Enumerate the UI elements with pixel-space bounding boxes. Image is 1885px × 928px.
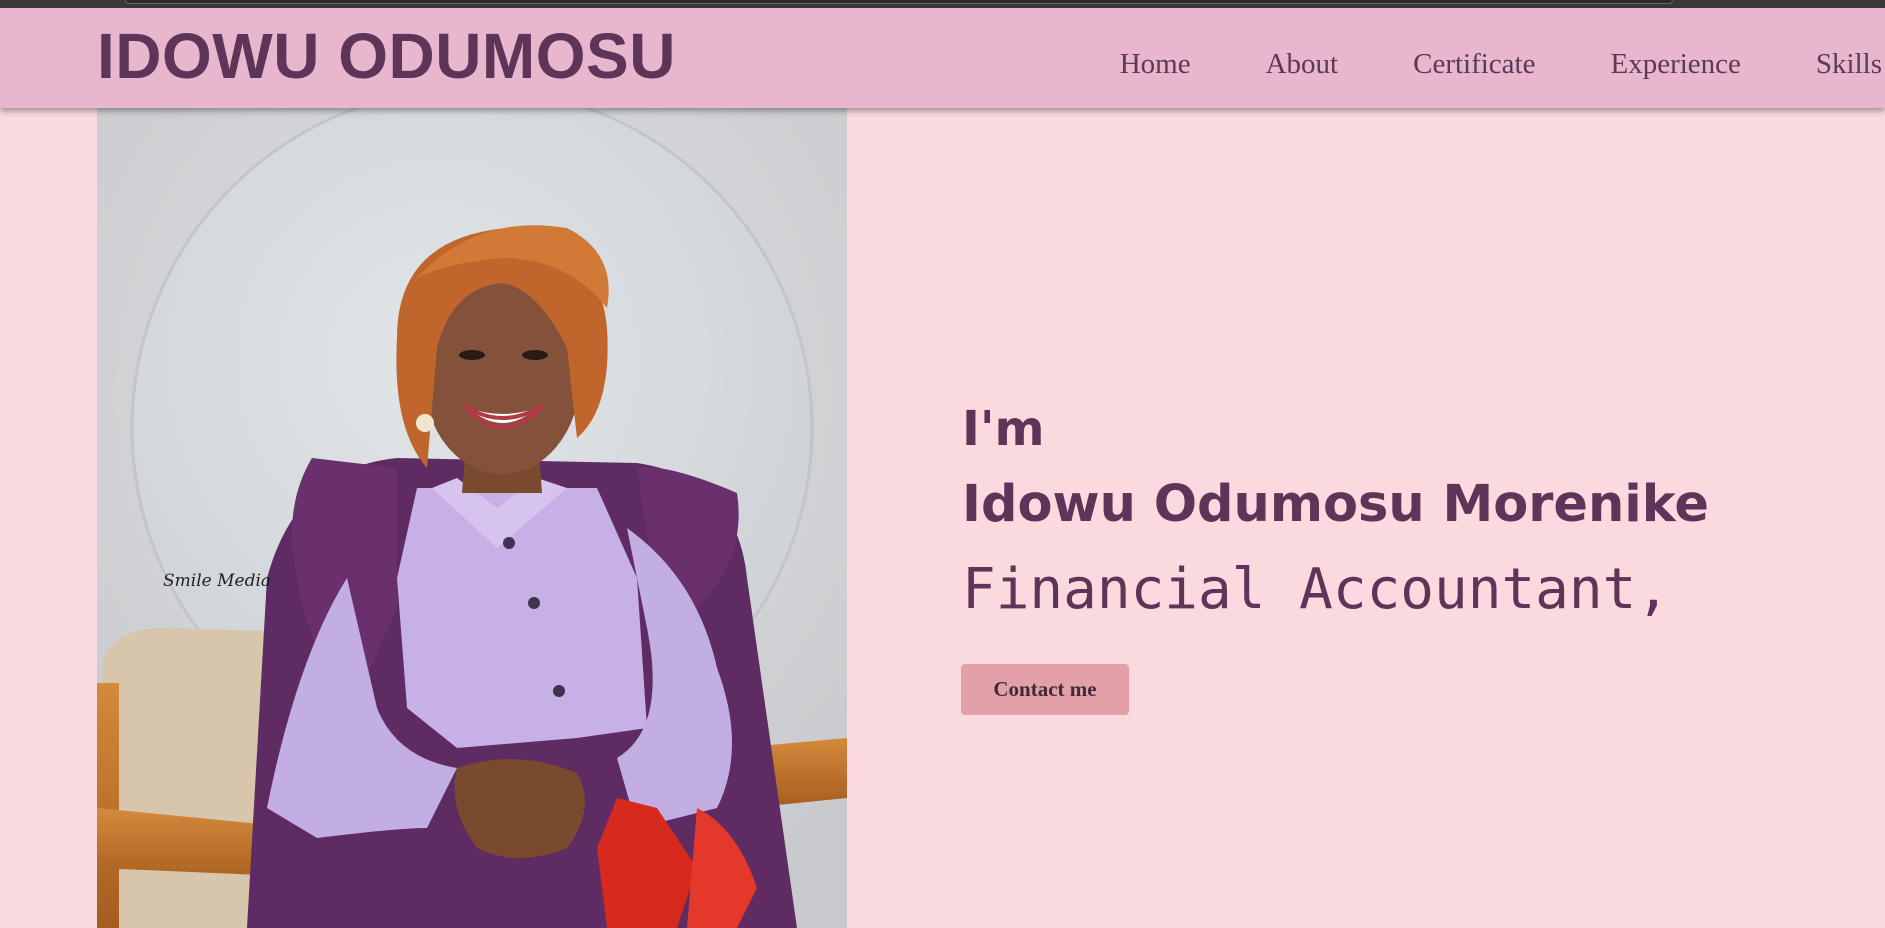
hero-intro: I'm Idowu Odumosu Morenike Financial Acc… <box>962 405 1709 618</box>
hero-name: Idowu Odumosu Morenike <box>962 475 1709 534</box>
browser-top-strip <box>0 0 1885 8</box>
nav-link-certificate[interactable]: Certificate <box>1413 48 1535 81</box>
profile-photo: Smile Media <box>97 108 847 928</box>
nav-link-about[interactable]: About <box>1266 48 1339 81</box>
nav-menu: Home About Certificate Experience Skills <box>1120 42 1885 86</box>
hero-role: Financial Accountant, <box>962 557 1671 622</box>
browser-tab-edge <box>125 0 1673 4</box>
nav-link-skills[interactable]: Skills <box>1816 48 1882 81</box>
nav-link-home[interactable]: Home <box>1120 48 1191 81</box>
navbar: IDOWU ODUMOSU Home About Certificate Exp… <box>0 8 1885 108</box>
contact-me-button[interactable]: Contact me <box>961 664 1129 715</box>
intro-greeting: I'm <box>962 401 1045 457</box>
site-logo[interactable]: IDOWU ODUMOSU <box>97 24 676 88</box>
photo-watermark: Smile Media <box>163 571 271 591</box>
nav-link-experience[interactable]: Experience <box>1610 48 1740 81</box>
